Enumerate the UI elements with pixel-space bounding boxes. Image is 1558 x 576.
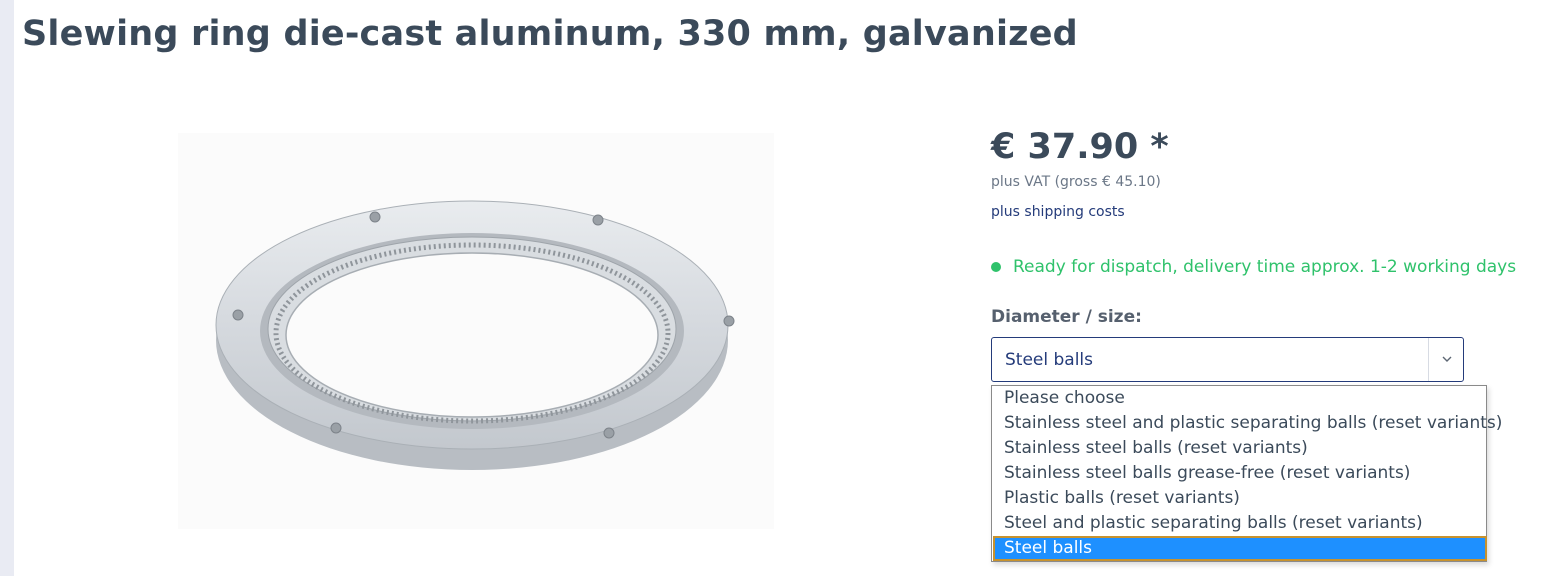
variant-option[interactable]: Steel and plastic separating balls (rese… (1004, 511, 1423, 536)
vat-note: plus VAT (gross € 45.10) (991, 174, 1161, 190)
chevron-down-icon[interactable] (1429, 338, 1464, 381)
variant-option[interactable]: Stainless steel balls grease-free (reset… (1004, 461, 1410, 486)
availability-dot-icon (991, 262, 1001, 272)
variant-select-value: Steel balls (1005, 350, 1094, 370)
availability-text: Ready for dispatch, delivery time approx… (1013, 257, 1517, 277)
variant-dropdown-list[interactable]: Please choose Stainless steel and plasti… (991, 385, 1502, 562)
shipping-costs-link[interactable]: plus shipping costs (991, 204, 1125, 220)
variant-select[interactable]: Steel balls (991, 337, 1464, 382)
product-image[interactable] (178, 133, 774, 529)
variant-option[interactable]: Stainless steel balls (reset variants) (1004, 436, 1308, 461)
variant-option[interactable]: Stainless steel and plastic separating b… (1004, 411, 1502, 436)
variant-label: Diameter / size: (991, 307, 1142, 327)
product-price: € 37.90 * (991, 127, 1169, 167)
product-title: Slewing ring die-cast aluminum, 330 mm, … (22, 14, 1078, 54)
slewing-ring-photo (215, 200, 735, 470)
variant-option[interactable]: Please choose (1004, 386, 1125, 411)
availability-status: Ready for dispatch, delivery time approx… (991, 257, 1516, 277)
left-rail (0, 0, 14, 576)
variant-option-selected[interactable]: Steel balls (993, 536, 1487, 561)
variant-option[interactable]: Plastic balls (reset variants) (1004, 486, 1240, 511)
